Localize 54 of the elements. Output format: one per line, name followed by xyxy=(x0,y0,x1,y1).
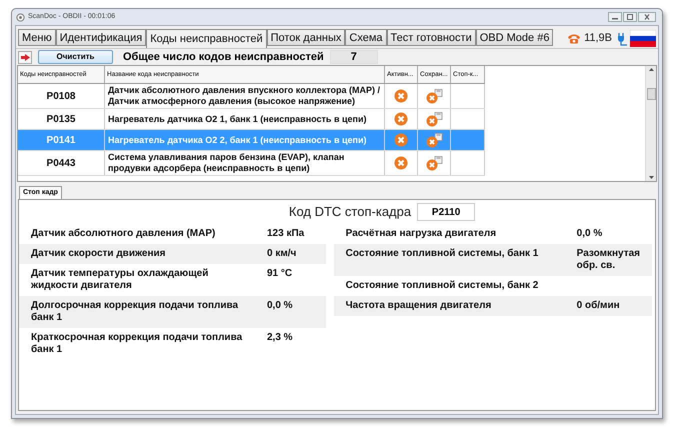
tab[interactable]: OBD Mode #6 xyxy=(476,29,554,46)
parameter-value: 91 °C xyxy=(267,268,294,281)
plug-icon xyxy=(615,32,627,46)
back-button[interactable] xyxy=(18,50,32,64)
parameter-value: 2,3 % xyxy=(267,332,294,345)
parameter-value: 0 об/мин xyxy=(576,300,621,312)
code-cell: P0135 xyxy=(18,109,105,129)
minimize-icon[interactable] xyxy=(608,12,622,22)
total-label: Общее число кодов неисправностей xyxy=(123,50,324,65)
name-cell: Нагреватель датчика O2 1, банк 1 (неисправность в цепи) xyxy=(105,109,385,129)
parameter-value: 0 км/ч xyxy=(267,248,298,260)
maximize-icon[interactable] xyxy=(623,12,637,22)
tab[interactable]: Идентификация xyxy=(56,29,146,46)
freeze-frame-dtc-label: Код DTC стоп-кадра xyxy=(288,203,412,222)
freeze-frame-dtc-field: P2110 xyxy=(417,203,476,221)
total-count-field: 7 xyxy=(330,50,378,64)
parameter-value: 0,0 % xyxy=(576,228,604,240)
scroll-down-icon[interactable] xyxy=(648,176,654,179)
parameter-label: Долгосрочная коррекция подачи топлива банк 1 xyxy=(31,300,240,324)
name-cell: Нагреватель датчика O2 2, банк 1 (неисправность в цепи) xyxy=(105,130,385,150)
parameter-label: Датчик скорости движения xyxy=(31,248,167,260)
parameter-value: 123 кПа xyxy=(267,228,306,240)
scroll-up-icon[interactable] xyxy=(648,68,654,71)
arrow-icon xyxy=(20,54,30,60)
parameter-label: Частота вращения двигателя xyxy=(346,300,492,312)
code-cell: P0108 xyxy=(18,84,105,108)
scrollbar-thumb[interactable] xyxy=(646,88,656,100)
parameter-label: Состояние топливной системы, банк 1 xyxy=(346,248,540,261)
tab[interactable]: Тест готовности xyxy=(386,29,476,46)
name-cell: Система улавливания паров бензина (EVAP), клапан продувки адсорбера (неисправность в цепи) xyxy=(105,151,385,175)
parameter-value: Разомкнутая обр. св. xyxy=(576,248,640,272)
table-row[interactable]: P0443 Система улавливания паров бензина (EVAP), клапан продувки адсорбера (неисправность в цепи) xyxy=(18,151,485,176)
parameter-label: Краткосрочная коррекция подачи топлива банк 1 xyxy=(31,332,244,356)
phone-icon xyxy=(567,33,582,44)
code-cell: P0443 xyxy=(18,151,105,175)
code-cell: P0141 xyxy=(18,130,105,150)
table-row[interactable]: P0108 Датчик абсолютного давления впускного коллектора (MAP) / Датчик атмосферного давления (высокое напряжение) xyxy=(18,84,485,109)
scrollbar[interactable] xyxy=(645,66,656,181)
voltage-value: 11,9В xyxy=(584,31,612,46)
russian-flag-icon[interactable] xyxy=(630,30,656,47)
close-icon[interactable] xyxy=(638,12,656,22)
tab[interactable]: Коды неисправностей xyxy=(146,29,267,48)
parameter-label: Состояние топливной системы, банк 2 xyxy=(346,280,540,292)
parameter-value: 0,0 % xyxy=(267,300,294,313)
parameter-label: Датчик абсолютного давления (MAP) xyxy=(31,228,216,240)
parameter-label: Датчик температуры охлаждающей жидкости двигателя xyxy=(31,268,210,292)
tab[interactable]: Меню xyxy=(18,29,56,46)
table-row[interactable]: P0135 Нагреватель датчика O2 1, банк 1 (неисправность в цепи) xyxy=(18,109,485,130)
tab[interactable]: Поток данных xyxy=(266,29,346,46)
app-icon xyxy=(16,12,25,22)
name-cell: Датчик абсолютного давления впускного коллектора (MAP) / Датчик атмосферного давления (высокое напряжение) xyxy=(105,84,385,108)
tab[interactable]: Схема xyxy=(345,29,387,46)
parameter-label: Расчётная нагрузка двигателя xyxy=(346,228,498,240)
clear-button[interactable]: Очистить xyxy=(38,50,113,64)
